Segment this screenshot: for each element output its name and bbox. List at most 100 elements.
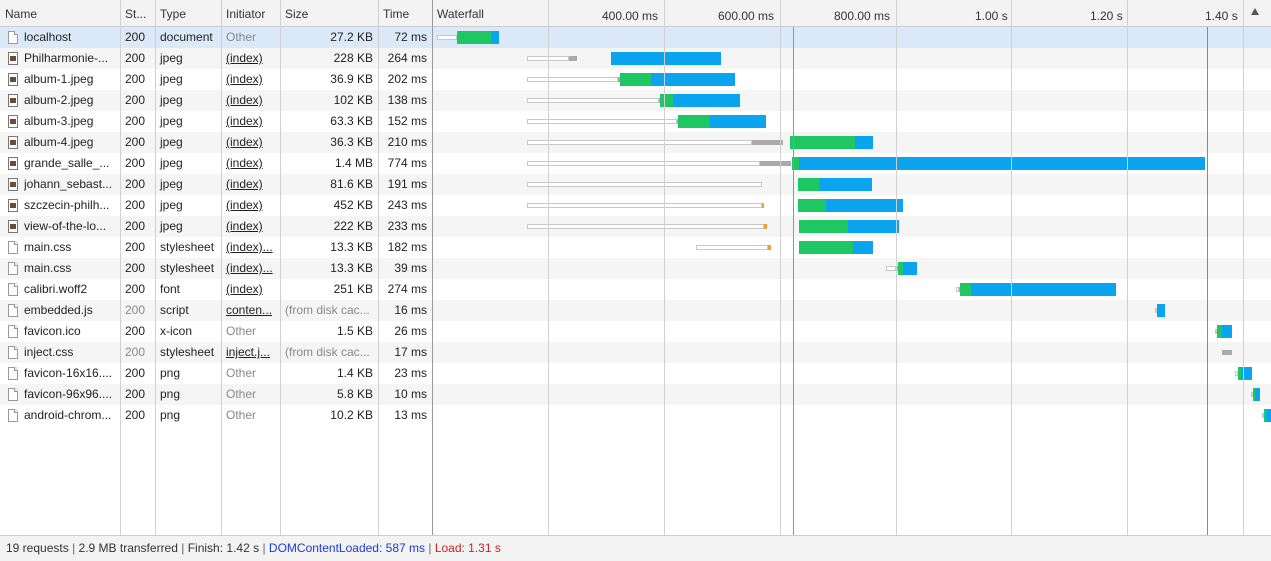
sort-ascending-icon[interactable] [1251, 8, 1259, 15]
initiator-column-header[interactable]: Initiator [221, 0, 280, 27]
waterfall-ttfb-bar[interactable] [799, 220, 848, 233]
waterfall-download-bar[interactable] [491, 31, 499, 44]
request-initiator-cell[interactable]: (index)... [221, 258, 280, 279]
waterfall-divider[interactable] [432, 0, 433, 535]
request-name-cell[interactable]: android-chrom... [0, 405, 120, 426]
waterfall-download-bar[interactable] [853, 241, 873, 254]
request-name-cell[interactable]: album-4.jpeg [0, 132, 120, 153]
time-column-header[interactable]: Time [378, 0, 432, 27]
waterfall-queued-bar[interactable] [768, 245, 771, 250]
waterfall-stalled-bar[interactable] [569, 56, 577, 61]
waterfall-waiting-bar[interactable] [527, 140, 752, 145]
request-name-cell[interactable]: album-2.jpeg [0, 90, 120, 111]
request-name-cell[interactable]: localhost [0, 27, 120, 48]
request-name-cell[interactable]: main.css [0, 237, 120, 258]
name-column-header[interactable]: Name [0, 0, 120, 27]
waterfall-stalled-bar[interactable] [760, 161, 791, 166]
request-row[interactable]: embedded.js 200 script conten... (from disk … [0, 300, 1271, 321]
waterfall-waiting-bar[interactable] [527, 224, 764, 229]
waterfall-download-bar[interactable] [611, 52, 721, 65]
waterfall-download-bar[interactable] [1157, 304, 1165, 317]
request-row[interactable]: main.css 200 stylesheet (index)... 13.3 KB 18… [0, 237, 1271, 258]
request-row[interactable]: szczecin-philh... 200 jpeg (index) 452 KB 243… [0, 195, 1271, 216]
waterfall-download-bar[interactable] [1255, 388, 1260, 401]
request-initiator-cell[interactable]: (index) [221, 132, 280, 153]
request-row[interactable]: album-2.jpeg 200 jpeg (index) 102 KB 138 ms [0, 90, 1271, 111]
request-initiator-cell[interactable]: (index) [221, 174, 280, 195]
waterfall-queued-bar[interactable] [764, 224, 767, 229]
request-row[interactable]: favicon-96x96.... 200 png Other 5.8 KB 10 ms [0, 384, 1271, 405]
waterfall-waiting-bar[interactable] [527, 182, 762, 187]
waterfall-download-bar[interactable] [819, 178, 872, 191]
request-row[interactable]: calibri.woff2 200 font (index) 251 KB 274 ms [0, 279, 1271, 300]
request-initiator-cell[interactable]: (index) [221, 195, 280, 216]
column-divider[interactable] [378, 0, 379, 535]
column-divider[interactable] [280, 0, 281, 535]
column-divider[interactable] [155, 0, 156, 535]
waterfall-waiting-bar[interactable] [527, 98, 659, 103]
waterfall-download-bar[interactable] [1266, 409, 1271, 422]
request-name-cell[interactable]: main.css [0, 258, 120, 279]
column-divider[interactable] [120, 0, 121, 535]
request-name-cell[interactable]: view-of-the-lo... [0, 216, 120, 237]
request-name-cell[interactable]: embedded.js [0, 300, 120, 321]
waterfall-download-bar[interactable] [855, 136, 873, 149]
request-row[interactable]: johann_sebast... 200 jpeg (index) 81.6 KB 191… [0, 174, 1271, 195]
waterfall-waiting-bar[interactable] [696, 245, 768, 250]
waterfall-download-bar[interactable] [1222, 325, 1232, 338]
request-row[interactable]: Philharmonie-... 200 jpeg (index) 228 KB 264 … [0, 48, 1271, 69]
request-name-cell[interactable]: favicon-96x96.... [0, 384, 120, 405]
request-name-cell[interactable]: album-1.jpeg [0, 69, 120, 90]
waterfall-ttfb-bar[interactable] [660, 94, 673, 107]
request-row[interactable]: album-4.jpeg 200 jpeg (index) 36.3 KB 210 ms [0, 132, 1271, 153]
waterfall-ttfb-bar[interactable] [620, 73, 651, 86]
request-initiator-cell[interactable]: (index)... [221, 237, 280, 258]
waterfall-ttfb-bar[interactable] [798, 178, 819, 191]
request-name-cell[interactable]: Philharmonie-... [0, 48, 120, 69]
request-initiator-cell[interactable]: (index) [221, 48, 280, 69]
waterfall-waiting-bar[interactable] [886, 266, 896, 271]
request-name-cell[interactable]: album-3.jpeg [0, 111, 120, 132]
request-row[interactable]: grande_salle_... 200 jpeg (index) 1.4 MB 774 … [0, 153, 1271, 174]
waterfall-stalled-bar[interactable] [752, 140, 783, 145]
request-row[interactable]: favicon-16x16.... 200 png Other 1.4 KB 23 ms [0, 363, 1271, 384]
request-initiator-cell[interactable]: (index) [221, 153, 280, 174]
request-initiator-cell[interactable]: inject.j... [221, 342, 280, 363]
waterfall-waiting-bar[interactable] [527, 203, 762, 208]
waterfall-download-bar[interactable] [971, 283, 1116, 296]
request-name-cell[interactable]: grande_salle_... [0, 153, 120, 174]
request-name-cell[interactable]: johann_sebast... [0, 174, 120, 195]
request-row[interactable]: localhost 200 document Other 27.2 KB 72 ms [0, 27, 1271, 48]
type-column-header[interactable]: Type [155, 0, 221, 27]
waterfall-ttfb-bar[interactable] [799, 241, 853, 254]
request-row[interactable]: view-of-the-lo... 200 jpeg (index) 222 KB 233… [0, 216, 1271, 237]
request-name-cell[interactable]: favicon.ico [0, 321, 120, 342]
waterfall-queued-bar[interactable] [762, 203, 764, 208]
request-name-cell[interactable]: inject.css [0, 342, 120, 363]
waterfall-ttfb-bar[interactable] [960, 283, 971, 296]
request-initiator-cell[interactable]: (index) [221, 69, 280, 90]
waterfall-download-bar[interactable] [826, 199, 903, 212]
waterfall-download-bar[interactable] [710, 115, 766, 128]
waterfall-download-bar[interactable] [799, 157, 1205, 170]
request-name-cell[interactable]: favicon-16x16.... [0, 363, 120, 384]
column-divider[interactable] [221, 0, 222, 535]
waterfall-column-header[interactable]: Waterfall [432, 0, 542, 27]
waterfall-waiting-bar[interactable] [437, 35, 457, 40]
waterfall-ttfb-bar[interactable] [798, 199, 826, 212]
request-row[interactable]: main.css 200 stylesheet (index)... 13.3 KB 39… [0, 258, 1271, 279]
request-row[interactable]: favicon.ico 200 x-icon Other 1.5 KB 26 ms [0, 321, 1271, 342]
request-row[interactable]: inject.css 200 stylesheet inject.j... (from … [0, 342, 1271, 363]
request-initiator-cell[interactable]: (index) [221, 279, 280, 300]
waterfall-download-bar[interactable] [848, 220, 899, 233]
request-row[interactable]: album-1.jpeg 200 jpeg (index) 36.9 KB 202 ms [0, 69, 1271, 90]
waterfall-ttfb-bar[interactable] [790, 136, 855, 149]
request-row[interactable]: album-3.jpeg 200 jpeg (index) 63.3 KB 152 ms [0, 111, 1271, 132]
waterfall-waiting-bar[interactable] [527, 77, 618, 82]
waterfall-stalled-bar[interactable] [1222, 350, 1232, 355]
waterfall-download-bar[interactable] [903, 262, 917, 275]
request-initiator-cell[interactable]: (index) [221, 111, 280, 132]
request-initiator-cell[interactable]: (index) [221, 216, 280, 237]
request-name-cell[interactable]: szczecin-philh... [0, 195, 120, 216]
request-row[interactable]: android-chrom... 200 png Other 10.2 KB 13 ms [0, 405, 1271, 426]
